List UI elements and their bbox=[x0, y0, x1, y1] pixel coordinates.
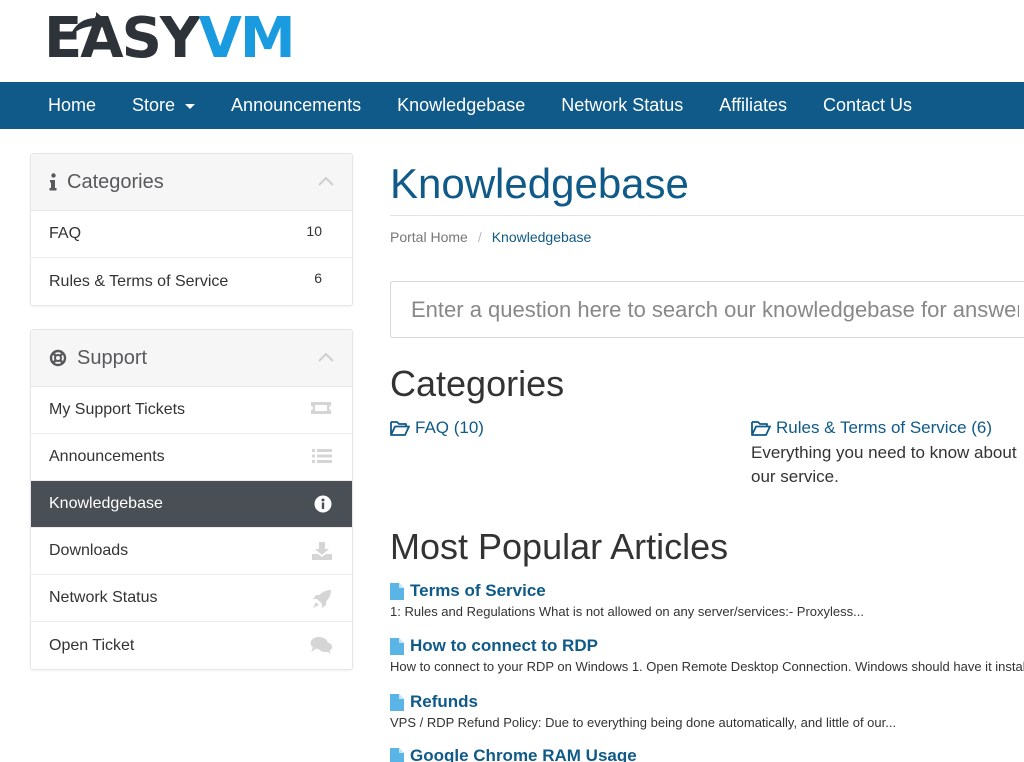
sidebar-item-knowledgebase[interactable]: Knowledgebase bbox=[31, 481, 352, 528]
article-excerpt: VPS / RDP Refund Policy: Due to everythi… bbox=[390, 715, 897, 730]
nav-store-label: Store bbox=[132, 95, 176, 115]
breadcrumb-current: Knowledgebase bbox=[491, 229, 592, 245]
sidebar-item-my-support-tickets[interactable]: My Support Tickets bbox=[31, 387, 352, 434]
nav-home[interactable]: Home bbox=[30, 82, 114, 129]
breadcrumb-home-link[interactable]: Portal Home bbox=[390, 229, 468, 245]
download-icon bbox=[312, 542, 332, 560]
article-excerpt: How to connect to your RDP on Windows 1.… bbox=[390, 659, 1024, 674]
life-ring-icon bbox=[49, 349, 67, 367]
article-title-text: How to connect to RDP bbox=[410, 636, 598, 655]
article-title-text: Terms of Service bbox=[410, 581, 546, 600]
file-icon bbox=[390, 747, 404, 762]
sidebar-category-faq[interactable]: FAQ 10 bbox=[31, 211, 352, 258]
nav-affiliates[interactable]: Affiliates bbox=[701, 82, 805, 129]
nav-home-label: Home bbox=[48, 95, 97, 115]
article-item: Terms of Service 1: Rules and Regulation… bbox=[390, 581, 1024, 619]
file-icon bbox=[390, 582, 404, 600]
article-title-text: Refunds bbox=[410, 692, 478, 711]
nav-contact-us-label: Contact Us bbox=[823, 95, 913, 115]
categories-panel-title: Categories bbox=[49, 171, 164, 194]
file-icon bbox=[390, 637, 404, 655]
popular-articles-heading: Most Popular Articles bbox=[390, 526, 729, 567]
category-link-label: FAQ (10) bbox=[415, 418, 484, 437]
category-link-label: Rules & Terms of Service (6) bbox=[776, 418, 993, 437]
folder-open-icon bbox=[390, 420, 410, 436]
nav-knowledgebase-label: Knowledgebase bbox=[397, 95, 526, 115]
nav-network-status-label: Network Status bbox=[561, 95, 684, 115]
category-description: Everything you need to know about our se… bbox=[751, 443, 1017, 486]
article-link[interactable]: Terms of Service bbox=[390, 581, 1024, 601]
nav-store[interactable]: Store bbox=[114, 82, 213, 129]
article-title-text: Google Chrome RAM Usage bbox=[410, 746, 637, 762]
article-link[interactable]: Google Chrome RAM Usage bbox=[390, 746, 1024, 762]
sidebar-item-open-ticket[interactable]: Open Ticket bbox=[31, 622, 352, 669]
categories-panel: Categories FAQ 10 Rules & Terms of Servi… bbox=[30, 153, 353, 306]
rocket-icon bbox=[312, 589, 332, 609]
sidebar-item-label: Network Status bbox=[49, 589, 158, 606]
sidebar-item-label: Open Ticket bbox=[49, 636, 135, 654]
category-link-faq[interactable]: FAQ (10) bbox=[390, 418, 484, 438]
support-panel-header[interactable]: Support bbox=[31, 330, 352, 387]
comments-icon bbox=[310, 636, 332, 654]
sidebar-item-label: Announcements bbox=[49, 448, 165, 465]
info-icon bbox=[49, 173, 57, 191]
categories-heading: Categories bbox=[390, 363, 565, 404]
nav-network-status[interactable]: Network Status bbox=[543, 82, 701, 129]
list-icon bbox=[312, 448, 332, 464]
categories-panel-title-text: Categories bbox=[67, 170, 164, 193]
article-item: Google Chrome RAM Usage bbox=[390, 746, 1024, 762]
nav-affiliates-label: Affiliates bbox=[719, 95, 787, 115]
sidebar-item-label: Downloads bbox=[49, 542, 129, 559]
article-excerpt: 1: Rules and Regulations What is not all… bbox=[390, 604, 864, 619]
main-navbar: Home Store Announcements Knowledgebase N… bbox=[0, 82, 1024, 129]
sidebar-item-downloads[interactable]: Downloads bbox=[31, 528, 352, 575]
nav-contact-us[interactable]: Contact Us bbox=[805, 82, 930, 129]
sidebar-category-label: FAQ bbox=[49, 225, 82, 242]
nav-announcements-label: Announcements bbox=[231, 95, 362, 115]
sidebar-item-network-status[interactable]: Network Status bbox=[31, 575, 352, 622]
brand-logo-vm: VM bbox=[198, 6, 295, 71]
knowledgebase-search-input[interactable] bbox=[390, 281, 1024, 338]
chevron-up-icon[interactable] bbox=[318, 176, 334, 186]
sidebar-item-label: Knowledgebase bbox=[49, 495, 163, 512]
article-item: Refunds VPS / RDP Refund Policy: Due to … bbox=[390, 692, 1024, 730]
sidebar-category-rules[interactable]: Rules & Terms of Service 6 bbox=[31, 258, 352, 305]
sidebar-item-label: My Support Tickets bbox=[49, 401, 186, 418]
info-circle-icon bbox=[314, 495, 332, 513]
breadcrumb: Portal Home / Knowledgebase bbox=[390, 229, 591, 245]
page-title: Knowledgebase bbox=[390, 160, 689, 207]
caret-down-icon bbox=[185, 104, 196, 109]
article-link[interactable]: Refunds bbox=[390, 692, 1024, 712]
article-link[interactable]: How to connect to RDP bbox=[390, 636, 1024, 656]
article-item: How to connect to RDP How to connect to … bbox=[390, 636, 1024, 674]
support-panel-title-text: Support bbox=[77, 346, 148, 369]
breadcrumb-separator: / bbox=[477, 229, 482, 245]
folder-open-icon bbox=[751, 420, 771, 436]
support-panel: Support My Support Tickets Announcements… bbox=[30, 329, 353, 670]
chevron-up-icon[interactable] bbox=[318, 352, 334, 362]
nav-knowledgebase[interactable]: Knowledgebase bbox=[379, 82, 543, 129]
file-icon bbox=[390, 693, 404, 711]
count-badge: 10 bbox=[306, 223, 322, 239]
title-divider bbox=[390, 215, 1024, 216]
ticket-icon bbox=[310, 401, 332, 415]
categories-panel-header[interactable]: Categories bbox=[31, 154, 352, 211]
category-link-rules[interactable]: Rules & Terms of Service (6) bbox=[751, 418, 992, 438]
nav-announcements[interactable]: Announcements bbox=[213, 82, 379, 129]
brand-logo[interactable]: EASY VM bbox=[44, 6, 296, 71]
sidebar-category-label: Rules & Terms of Service bbox=[49, 272, 229, 290]
support-panel-title: Support bbox=[49, 347, 147, 370]
sidebar-item-announcements[interactable]: Announcements bbox=[31, 434, 352, 481]
arrow-icon bbox=[70, 12, 108, 36]
count-badge: 6 bbox=[314, 270, 322, 286]
